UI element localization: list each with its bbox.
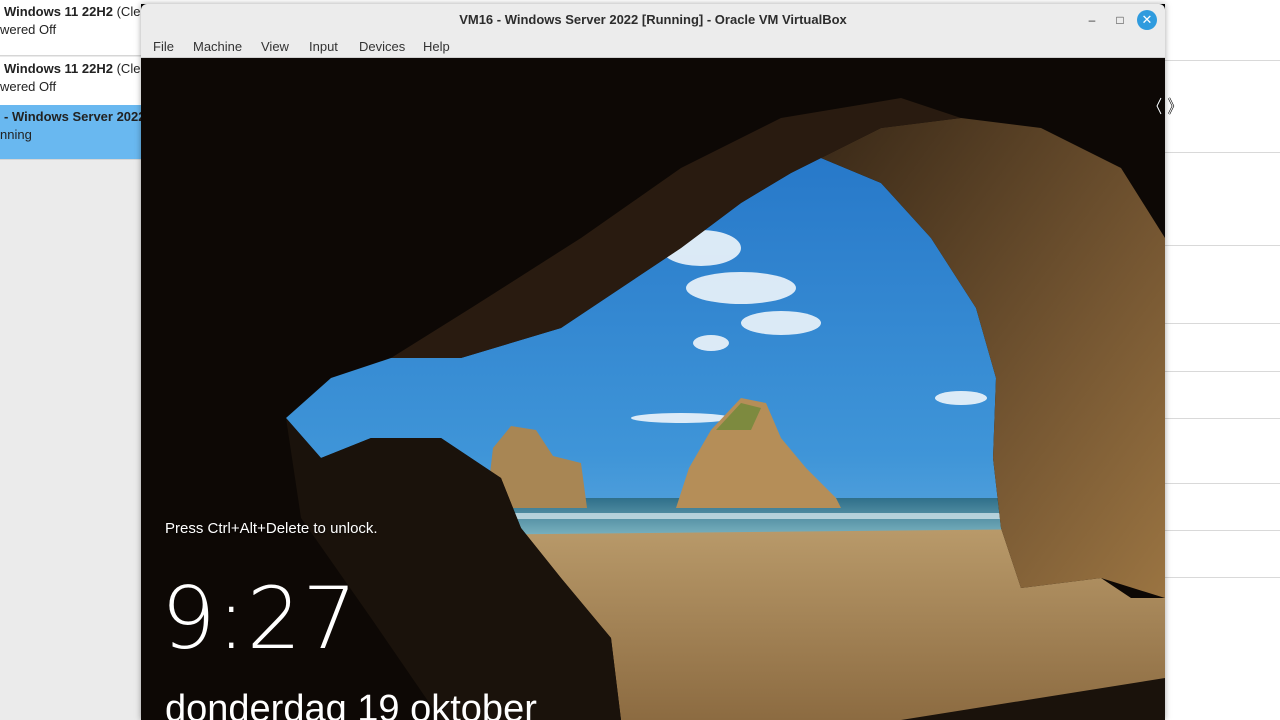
menu-machine[interactable]: Machine [193,39,242,54]
vm-state: wered Off [0,22,57,37]
close-button[interactable]: ✕ [1137,10,1157,30]
vm-name-bold: Windows 11 22H2 [4,4,113,19]
vm-name: Windows 11 22H2 (Clea [4,4,148,19]
vm-window[interactable]: VM16 - Windows Server 2022 [Running] - O… [141,4,1165,720]
minimize-button[interactable]: – [1082,10,1102,30]
vm-name-bold: Windows 11 22H2 [4,61,113,76]
maximize-icon: □ [1116,13,1124,27]
menu-help[interactable]: Help [423,39,450,54]
window-titlebar[interactable]: VM16 - Windows Server 2022 [Running] - O… [141,4,1165,36]
vm-name: - Windows Server 2022 [4,109,146,124]
maximize-button[interactable]: □ [1110,10,1130,30]
menu-input[interactable]: Input [309,39,338,54]
vm-state: wered Off [0,79,57,94]
close-icon: ✕ [1141,12,1153,27]
vm-state: nning [0,127,32,142]
menubar: File Machine View Input Devices Help [141,36,1165,58]
lock-screen-hint: Press Ctrl+Alt+Delete to unlock. [165,520,378,537]
window-title: VM16 - Windows Server 2022 [Running] - O… [459,12,847,27]
menu-devices[interactable]: Devices [359,39,405,54]
guest-display[interactable]: Press Ctrl+Alt+Delete to unlock. 9:27 do… [141,58,1165,720]
vm-name: Windows 11 22H2 (Clea [4,61,148,76]
lock-screen-time: 9:27 [161,569,359,669]
resize-cursor-icon [1155,97,1175,115]
minimize-icon: – [1088,13,1096,27]
lock-screen-date: donderdag 19 oktober [165,688,537,720]
menu-file[interactable]: File [153,39,174,54]
vm-name-bold: - Windows Server 2022 [4,109,146,124]
menu-view[interactable]: View [261,39,289,54]
